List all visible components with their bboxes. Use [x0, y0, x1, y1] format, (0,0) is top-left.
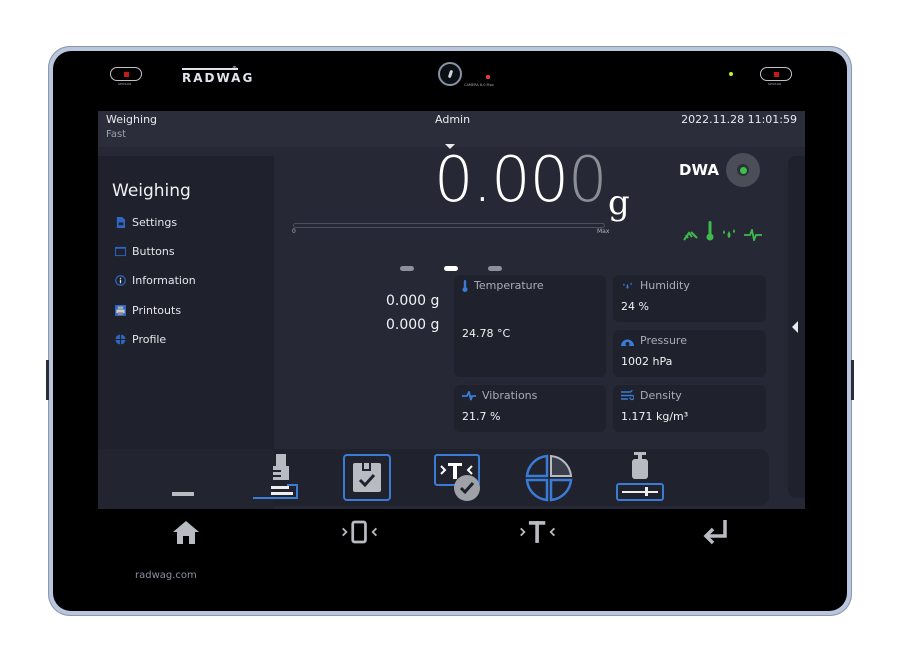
bottom-navigation	[98, 509, 805, 554]
leveling-icon	[683, 231, 698, 241]
info-icon	[115, 275, 126, 286]
power-led-icon	[729, 72, 733, 76]
enter-icon	[703, 520, 727, 545]
camera-led-icon	[486, 75, 490, 79]
temperature-value: 24.78 °C	[462, 327, 511, 340]
enter-button[interactable]	[696, 515, 736, 549]
sidebar-item-label: Profile	[132, 333, 167, 346]
side-button-right	[851, 360, 854, 400]
home-icon	[173, 521, 199, 544]
weight-value: 0.00	[434, 143, 569, 216]
datetime: 2022.11.28 11:01:59	[681, 113, 797, 126]
page-indicator[interactable]	[488, 266, 502, 271]
tare-button[interactable]	[518, 515, 558, 549]
weight-last-digit: 0	[568, 143, 607, 216]
vibrations-card: Vibrations 21.7 %	[454, 385, 606, 432]
density-card: Density 1.171 kg/m³	[613, 385, 766, 432]
camera-label: CAMERA 8.0 Mpx	[464, 83, 494, 87]
thermometer-icon	[706, 221, 714, 241]
settings-doc-icon	[116, 217, 126, 228]
registered-mark: ®	[232, 66, 237, 72]
vibration-icon	[462, 390, 476, 400]
page-indicator[interactable]	[400, 266, 414, 271]
humidity-label: Humidity	[640, 279, 690, 292]
status-bar[interactable]: Weighing Fast Admin 2022.11.28 11:01:59	[98, 111, 805, 147]
range-min-label: 0	[292, 228, 296, 235]
sidebar-item-label: Buttons	[132, 245, 175, 258]
sidebar-item-buttons[interactable]: Buttons	[115, 245, 175, 258]
extra-weight-2: 0.000 g	[386, 317, 440, 333]
density-label: Density	[640, 389, 682, 402]
page-indicator-active[interactable]	[444, 266, 458, 271]
dwa-label: DWA	[679, 161, 719, 179]
status-icons	[683, 221, 762, 241]
sidebar-item-label: Information	[132, 274, 196, 287]
mode-name: Weighing	[106, 113, 158, 126]
humidity-icon	[623, 281, 632, 289]
sidebar-item-information[interactable]: Information	[115, 274, 196, 287]
pressure-gauge-icon	[621, 339, 634, 346]
drawer-arrow-icon[interactable]	[792, 321, 798, 333]
brand-logo: RADWAG	[182, 68, 252, 85]
pressure-card: Pressure 1002 hPa	[613, 330, 766, 377]
sidebar-footer	[98, 449, 274, 509]
proximity-sensor-right	[760, 67, 792, 81]
printer-icon	[115, 305, 126, 316]
sidebar-item-profile[interactable]: Profile	[115, 333, 166, 346]
calibration-weight-icon[interactable]	[615, 452, 665, 502]
scale-base-icon[interactable]	[168, 489, 198, 499]
camera-icon	[438, 62, 462, 86]
proximity-sensor-left	[110, 67, 142, 81]
side-button-left	[46, 360, 49, 400]
profile-icon	[115, 334, 126, 345]
density-value: 1.171 kg/m³	[621, 410, 689, 423]
buttons-icon	[115, 246, 126, 257]
humidity-card: Humidity 24 %	[613, 275, 766, 322]
vibration-icon	[744, 229, 762, 241]
status-dot-icon	[739, 166, 747, 174]
print-header-icon[interactable]	[251, 454, 301, 502]
sensor-left-label: SENSOR	[118, 82, 132, 86]
extra-weight-1: 0.000 g	[386, 293, 440, 309]
pie-chart-icon[interactable]	[525, 454, 573, 502]
profile-name: Fast	[106, 129, 127, 140]
air-density-icon	[621, 390, 634, 401]
pressure-label: Pressure	[640, 334, 687, 347]
sidebar-item-settings[interactable]: Settings	[115, 216, 177, 229]
save-check-icon[interactable]	[343, 454, 391, 501]
sensor-right-label: SENSOR	[768, 82, 782, 86]
website-label: radwag.com	[135, 570, 197, 581]
dwa-button[interactable]	[726, 153, 760, 187]
touch-screen: Weighing Fast Admin 2022.11.28 11:01:59 …	[98, 111, 805, 554]
sidebar-item-label: Printouts	[132, 304, 182, 317]
weight-unit[interactable]: g	[608, 183, 630, 223]
logged-user[interactable]: Admin	[435, 113, 470, 126]
vibrations-value: 21.7 %	[462, 410, 501, 423]
zero-button[interactable]	[340, 515, 380, 549]
weight-readout: 0.000	[434, 149, 608, 211]
temperature-card: Temperature 24.78 °C	[454, 275, 606, 377]
tare-icon	[520, 521, 556, 543]
weighing-range-bar	[293, 223, 605, 228]
zero-icon	[342, 520, 378, 544]
tare-check-icon[interactable]	[434, 454, 484, 502]
humidity-icon	[723, 229, 735, 238]
vibrations-label: Vibrations	[482, 389, 538, 402]
home-button[interactable]	[166, 515, 206, 549]
sidebar-item-printouts[interactable]: Printouts	[115, 304, 181, 317]
sensor-led-icon	[773, 71, 779, 77]
range-max-label: Max	[597, 228, 610, 235]
sensor-led-icon	[123, 71, 129, 77]
sidebar-title: Weighing	[112, 181, 191, 201]
pressure-value: 1002 hPa	[621, 355, 673, 368]
thermometer-icon	[462, 279, 468, 292]
sidebar-item-label: Settings	[132, 216, 178, 229]
humidity-value: 24 %	[621, 300, 649, 313]
temperature-label: Temperature	[474, 279, 544, 292]
